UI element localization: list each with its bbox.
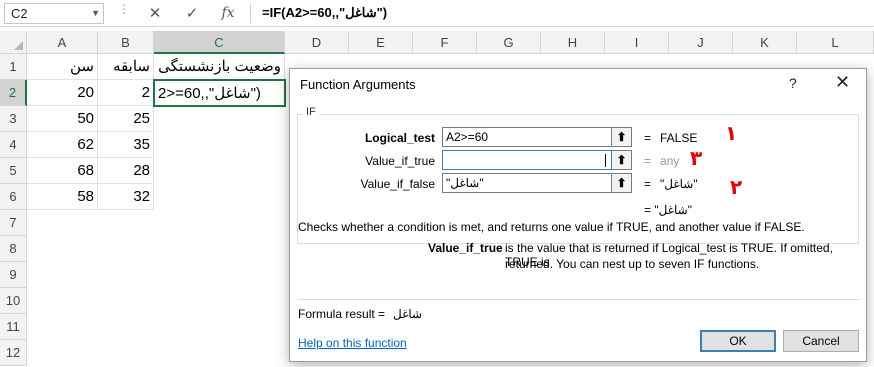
row-header-8[interactable]: 8 [0, 236, 27, 262]
dialog-title: Function Arguments [300, 77, 416, 92]
column-header-i[interactable]: I [605, 31, 669, 54]
row-header-6[interactable]: 6 [0, 184, 27, 210]
row-header-11[interactable]: 11 [0, 314, 27, 340]
logical-test-input[interactable]: A2>=60 [442, 127, 612, 147]
column-header-a[interactable]: A [27, 31, 98, 54]
enter-formula-button[interactable]: ✓ [180, 3, 204, 24]
column-header-g[interactable]: G [477, 31, 541, 54]
column-header-h[interactable]: H [541, 31, 605, 54]
value-if-false-result: "شاغل" [660, 177, 698, 191]
column-header-l[interactable]: L [797, 31, 874, 54]
text-caret [605, 154, 606, 167]
annotation-3: ۳ [690, 146, 703, 170]
insert-function-button[interactable]: fx [216, 3, 240, 24]
row-header-4[interactable]: 4 [0, 132, 27, 158]
column-header-j[interactable]: J [669, 31, 733, 54]
equals-sign: = [644, 177, 652, 191]
formula-bar: C2 ▼ ⋮ ✕ ✓ fx =IF(A2>=60,,"شاغل") [0, 0, 874, 27]
cell-b1[interactable]: سابقه [98, 54, 154, 80]
function-description: Checks whether a condition is met, and r… [298, 220, 805, 234]
more-icon: ⋮ [118, 2, 130, 16]
cell-b2[interactable]: 2 [98, 80, 154, 106]
collapse-dialog-icon[interactable]: ⬆ [612, 150, 632, 170]
value-if-true-label: Value_if_true [365, 154, 435, 168]
row-header-2[interactable]: 2 [0, 80, 27, 106]
chevron-down-icon[interactable]: ▼ [91, 8, 100, 18]
select-all-button[interactable] [0, 31, 27, 54]
column-header-e[interactable]: E [349, 31, 413, 54]
close-icon[interactable]: ✕ [835, 72, 850, 93]
row-header-1[interactable]: 1 [0, 54, 27, 80]
cell-a5[interactable]: 68 [27, 158, 98, 184]
row-header-12[interactable]: 12 [0, 340, 27, 366]
divider [250, 4, 251, 23]
formula-result-value: شاغل [393, 307, 423, 321]
cell-a1[interactable]: سن [27, 54, 98, 80]
arg-help-name: Value_if_true [428, 241, 503, 255]
cell-a3[interactable]: 50 [27, 106, 98, 132]
row-header-5[interactable]: 5 [0, 158, 27, 184]
row-header-7[interactable]: 7 [0, 210, 27, 236]
cell-b4[interactable]: 35 [98, 132, 154, 158]
value-if-true-result: any [660, 154, 680, 168]
column-header-d[interactable]: D [285, 31, 349, 54]
column-header-c[interactable]: C [154, 31, 285, 54]
collapse-dialog-icon[interactable]: ⬆ [612, 173, 632, 193]
function-name-label: IF [303, 106, 319, 118]
cell-a6[interactable]: 58 [27, 184, 98, 210]
logical-test-label: Logical_test [364, 131, 435, 145]
column-header-b[interactable]: B [98, 31, 154, 54]
annotation-1: ۱ [725, 121, 738, 145]
logical-test-result: FALSE [660, 131, 698, 145]
function-arguments-dialog: Function Arguments ? ✕ IF Logical_test A… [289, 68, 867, 362]
equals-sign: = [644, 154, 652, 168]
name-box-value: C2 [11, 6, 28, 21]
name-box[interactable]: C2 ▼ [4, 3, 104, 24]
row-header-9[interactable]: 9 [0, 262, 27, 288]
cell-a4[interactable]: 62 [27, 132, 98, 158]
cell-c1[interactable]: وضعیت بازنشستگی [154, 54, 285, 80]
annotation-2: ۲ [730, 175, 743, 199]
cell-c2-active[interactable]: 2>=60,,"شاغل") [153, 79, 286, 107]
equals-sign: = [644, 131, 652, 145]
formula-input[interactable]: =IF(A2>=60,,"شاغل") [262, 5, 387, 21]
ok-button[interactable]: OK [700, 330, 776, 352]
divider [297, 299, 859, 300]
help-on-function-link[interactable]: Help on this function [298, 336, 407, 350]
cancel-button[interactable]: Cancel [783, 330, 859, 352]
value-if-false-input[interactable]: "شاغل" [442, 173, 612, 193]
value-if-true-input[interactable] [442, 150, 612, 170]
overall-result: = "شاغل" [644, 203, 692, 217]
row-header-3[interactable]: 3 [0, 106, 27, 132]
cell-a2[interactable]: 20 [27, 80, 98, 106]
cell-b5[interactable]: 28 [98, 158, 154, 184]
cancel-formula-button[interactable]: ✕ [143, 3, 167, 24]
column-header-f[interactable]: F [413, 31, 477, 54]
collapse-dialog-icon[interactable]: ⬆ [612, 127, 632, 147]
value-if-false-label: Value_if_false [360, 177, 436, 191]
column-header-k[interactable]: K [733, 31, 797, 54]
formula-result-label: Formula result = [298, 307, 386, 321]
arg-help-text-2: returned. You can nest up to seven IF fu… [505, 257, 760, 271]
cell-b3[interactable]: 25 [98, 106, 154, 132]
cell-b6[interactable]: 32 [98, 184, 154, 210]
help-icon[interactable]: ? [789, 75, 797, 91]
row-header-10[interactable]: 10 [0, 288, 27, 314]
